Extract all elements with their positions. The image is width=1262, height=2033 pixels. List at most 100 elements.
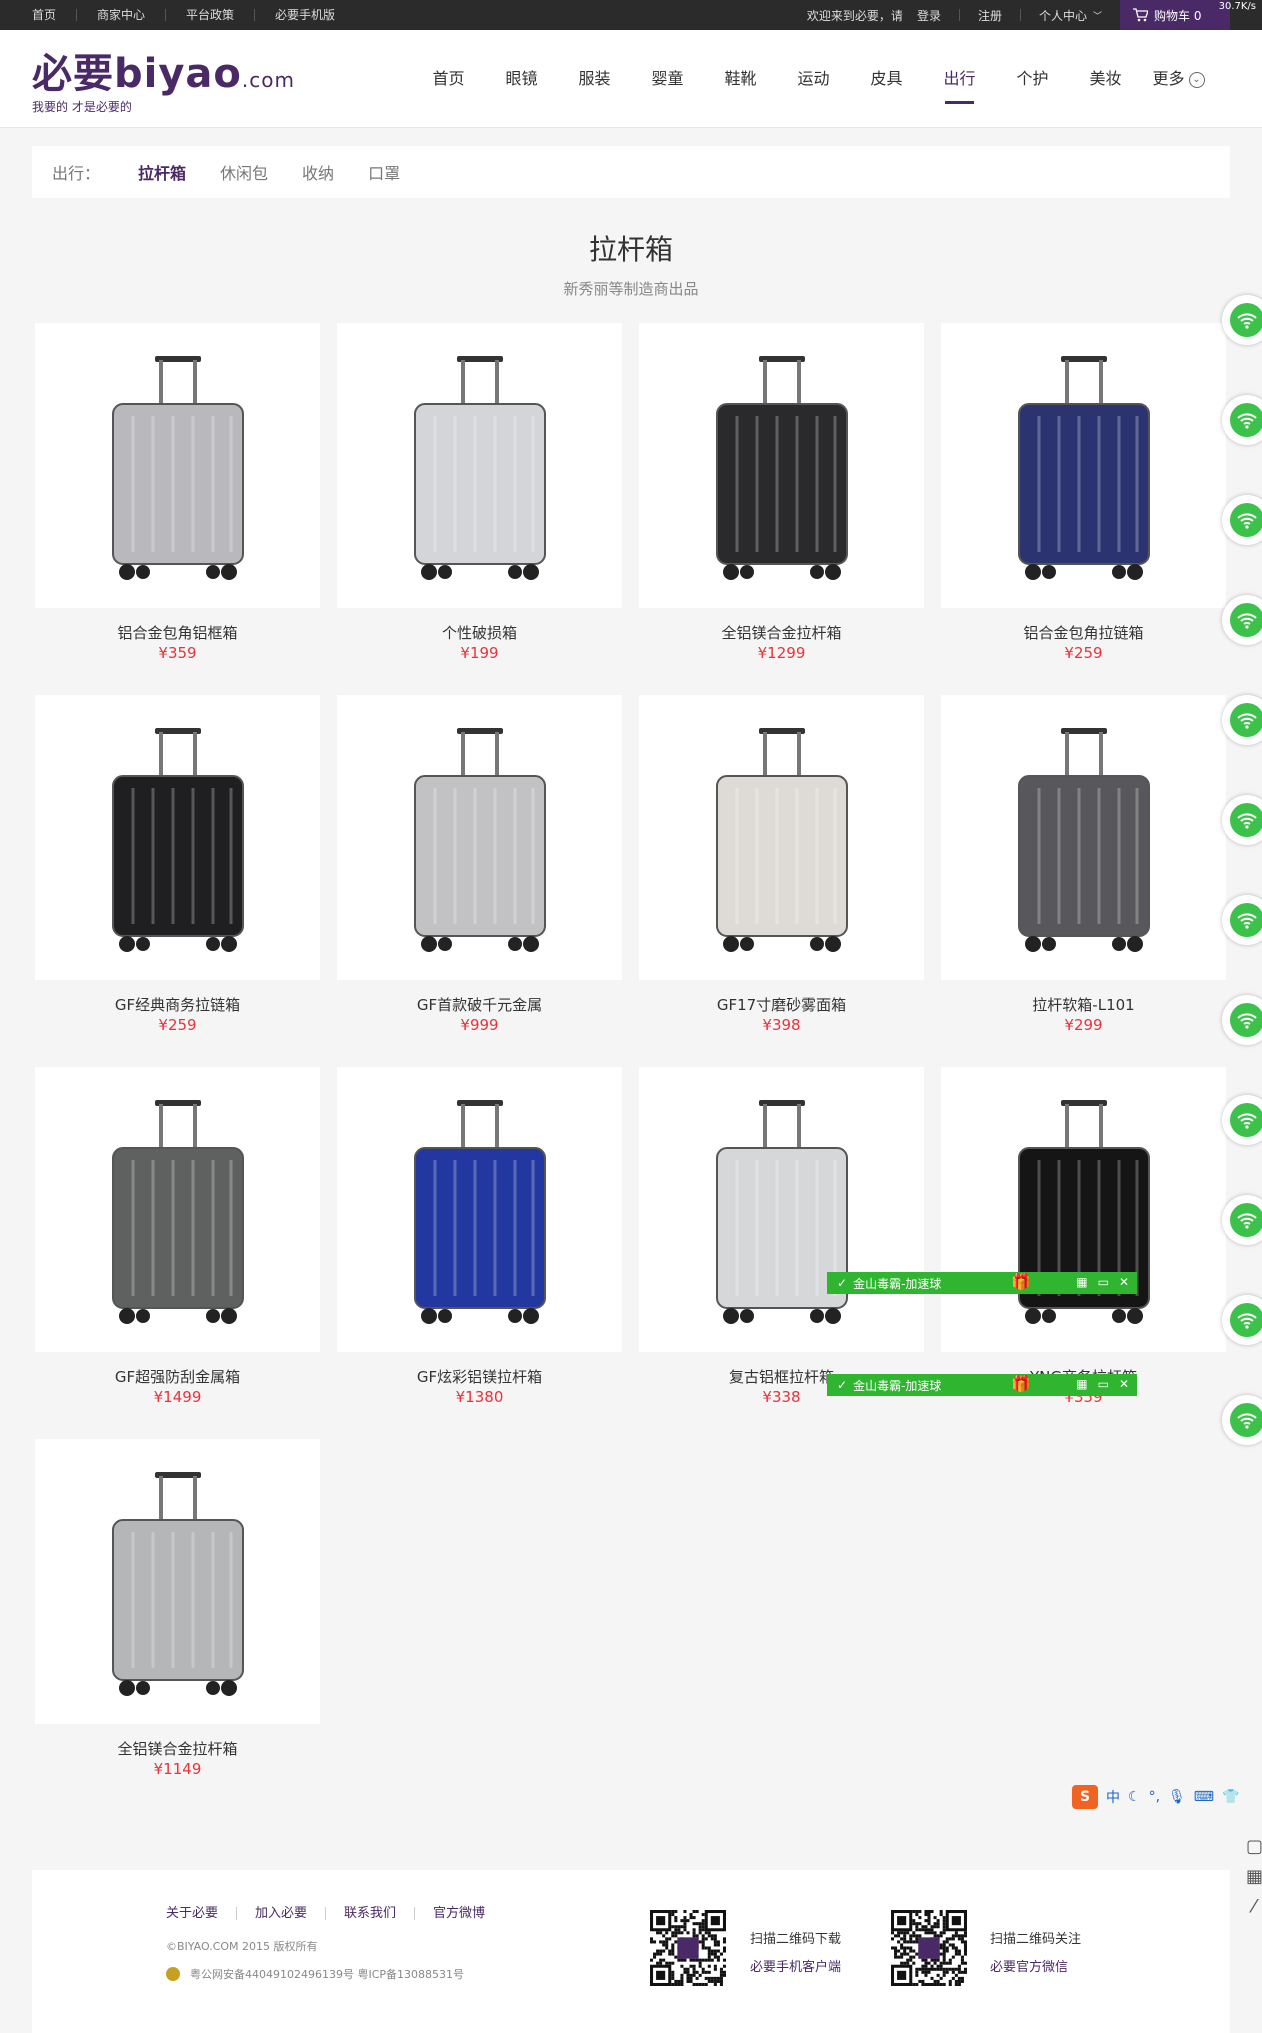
product-image[interactable] xyxy=(35,695,320,980)
product-image[interactable] xyxy=(941,695,1226,980)
wifi-widget[interactable] xyxy=(1222,995,1262,1045)
top-link-merchant[interactable]: 商家中心 xyxy=(76,9,165,21)
product-image[interactable] xyxy=(35,1439,320,1724)
tab-trolley-case[interactable]: 拉杆箱 xyxy=(138,160,186,184)
microphone-icon[interactable]: 🎙 xyxy=(1168,1789,1186,1805)
product-image[interactable] xyxy=(941,323,1226,608)
login-link[interactable]: 登录 xyxy=(917,7,941,24)
qrcode-icon[interactable]: ▦ xyxy=(1246,1862,1262,1892)
wifi-widget[interactable] xyxy=(1222,895,1262,945)
product-card[interactable]: GF超强防刮金属箱 ¥1499 xyxy=(35,1067,320,1406)
tab-storage[interactable]: 收纳 xyxy=(302,160,334,184)
product-name[interactable]: 铝合金包角拉链箱 xyxy=(941,622,1226,643)
antivirus-toolbar-2[interactable]: ✓ 金山毒霸-加速球 🎁 ▦ ▭ ✕ xyxy=(827,1374,1137,1396)
footer-link-join[interactable]: 加入必要 xyxy=(236,1907,325,1920)
product-image[interactable] xyxy=(35,323,320,608)
product-name[interactable]: GF炫彩铝镁拉杆箱 xyxy=(337,1366,622,1387)
product-name[interactable]: 全铝镁合金拉杆箱 xyxy=(639,622,924,643)
close-icon[interactable]: ✕ xyxy=(1119,1275,1129,1289)
punctuation-icon[interactable]: °, xyxy=(1149,1789,1160,1805)
wifi-widget[interactable] xyxy=(1222,695,1262,745)
footer-link-weibo[interactable]: 官方微博 xyxy=(414,1907,503,1920)
nav-item-beauty[interactable]: 美妆 xyxy=(1069,30,1142,128)
product-image[interactable] xyxy=(337,695,622,980)
top-link-home[interactable]: 首页 xyxy=(32,9,76,21)
top-link-policy[interactable]: 平台政策 xyxy=(165,9,254,21)
qr-app-text: 扫描二维码下载 必要手机客户端 xyxy=(750,1926,841,1982)
product-image[interactable] xyxy=(941,1067,1226,1352)
product-name[interactable]: 拉杆软箱-L101 xyxy=(941,994,1226,1015)
product-name[interactable]: GF首款破千元金属 xyxy=(337,994,622,1015)
product-image[interactable] xyxy=(337,323,622,608)
grid-icon[interactable]: ▦ xyxy=(1076,1275,1087,1289)
product-image[interactable] xyxy=(639,695,924,980)
skin-icon[interactable]: 👕 xyxy=(1222,1789,1239,1805)
product-card[interactable]: GF经典商务拉链箱 ¥259 xyxy=(35,695,320,1034)
footer-link-contact[interactable]: 联系我们 xyxy=(325,1907,414,1920)
product-name[interactable]: GF17寸磨砂雾面箱 xyxy=(639,994,924,1015)
product-card[interactable]: GF炫彩铝镁拉杆箱 ¥1380 xyxy=(337,1067,622,1406)
square-icon[interactable]: ▢ xyxy=(1246,1832,1262,1862)
product-name[interactable]: GF超强防刮金属箱 xyxy=(35,1366,320,1387)
product-card[interactable]: 全铝镁合金拉杆箱 ¥1299 xyxy=(639,323,924,662)
ime-mode[interactable]: 中 xyxy=(1106,1787,1120,1807)
nav-item-personal-care[interactable]: 个护 xyxy=(996,30,1069,128)
account-menu[interactable]: 个人中心 xyxy=(1039,7,1087,24)
nav-item-baby[interactable]: 婴童 xyxy=(631,30,704,128)
wifi-widget[interactable] xyxy=(1222,1095,1262,1145)
product-card[interactable]: 个性破损箱 ¥199 xyxy=(337,323,622,662)
wifi-widget[interactable] xyxy=(1222,1295,1262,1345)
moon-icon[interactable]: ☾ xyxy=(1128,1789,1141,1805)
tab-mask[interactable]: 口罩 xyxy=(368,160,400,184)
product-card[interactable]: GF首款破千元金属 ¥999 xyxy=(337,695,622,1034)
product-card[interactable]: 全铝镁合金拉杆箱 ¥1149 xyxy=(35,1439,320,1778)
qr-app-sub[interactable]: 必要手机客户端 xyxy=(750,1954,841,1982)
nav-item-shoes[interactable]: 鞋靴 xyxy=(704,30,777,128)
nav-item-glasses[interactable]: 眼镜 xyxy=(485,30,558,128)
register-link[interactable]: 注册 xyxy=(978,7,1002,24)
wifi-widget[interactable] xyxy=(1222,1195,1262,1245)
product-card[interactable]: 铝合金包角铝框箱 ¥359 xyxy=(35,323,320,662)
nav-item-more[interactable]: 更多 ⌄ xyxy=(1142,30,1215,128)
product-name[interactable]: 全铝镁合金拉杆箱 xyxy=(35,1738,320,1759)
product-image[interactable] xyxy=(337,1067,622,1352)
nav-item-leather[interactable]: 皮具 xyxy=(850,30,923,128)
qr-wechat-sub[interactable]: 必要官方微信 xyxy=(990,1954,1081,1982)
wifi-widget[interactable] xyxy=(1222,1395,1262,1445)
tab-casual-bag[interactable]: 休闲包 xyxy=(220,160,268,184)
wifi-widget[interactable] xyxy=(1222,395,1262,445)
product-name[interactable]: GF经典商务拉链箱 xyxy=(35,994,320,1015)
product-card[interactable]: 铝合金包角拉链箱 ¥259 xyxy=(941,323,1226,662)
chat-icon[interactable]: ▭ xyxy=(1098,1275,1109,1289)
nav-item-sports[interactable]: 运动 xyxy=(777,30,850,128)
product-price: ¥1299 xyxy=(757,644,806,662)
wifi-widget[interactable] xyxy=(1222,795,1262,845)
chat-icon[interactable]: ▭ xyxy=(1098,1377,1109,1391)
nav-item-travel[interactable]: 出行 xyxy=(923,30,996,128)
close-icon[interactable]: ✕ xyxy=(1119,1377,1129,1391)
wifi-widget[interactable] xyxy=(1222,295,1262,345)
back-to-top-icon[interactable]: ⁄ xyxy=(1246,1892,1262,1922)
product-card[interactable]: 拉杆软箱-L101 ¥299 xyxy=(941,695,1226,1034)
antivirus-toolbar[interactable]: ✓ 金山毒霸-加速球 🎁 ▦ ▭ ✕ xyxy=(827,1272,1137,1294)
product-card[interactable]: YNG商务拉杆箱¥359 xyxy=(941,1067,1226,1406)
wifi-widget[interactable] xyxy=(1222,495,1262,545)
product-image[interactable] xyxy=(35,1067,320,1352)
nav-item-clothing[interactable]: 服装 xyxy=(558,30,631,128)
top-link-mobile[interactable]: 必要手机版 xyxy=(254,9,355,21)
product-image[interactable] xyxy=(639,1067,924,1352)
grid-icon[interactable]: ▦ xyxy=(1076,1377,1087,1391)
product-name[interactable]: 铝合金包角铝框箱 xyxy=(35,622,320,643)
product-card[interactable]: GF17寸磨砂雾面箱 ¥398 xyxy=(639,695,924,1034)
wifi-widget[interactable] xyxy=(1222,595,1262,645)
page-subtitle: 新秀丽等制造商出品 xyxy=(563,280,699,298)
speed-ball[interactable]: 30.7K/s xyxy=(1204,0,1262,30)
ime-toolbar[interactable]: S 中 ☾ °, 🎙 ⌨ 👕 xyxy=(1072,1784,1239,1810)
nav-item-home[interactable]: 首页 xyxy=(412,30,485,128)
keyboard-icon[interactable]: ⌨ xyxy=(1194,1789,1214,1805)
product-name[interactable]: 个性破损箱 xyxy=(337,622,622,643)
logo[interactable]: 必要biyao.com 我要的 才是必要的 xyxy=(32,52,295,115)
footer-link-about[interactable]: 关于必要 xyxy=(166,1907,236,1920)
product-image[interactable] xyxy=(639,323,924,608)
product-card[interactable]: 复古铝框拉杆箱 ¥338 xyxy=(639,1067,924,1406)
